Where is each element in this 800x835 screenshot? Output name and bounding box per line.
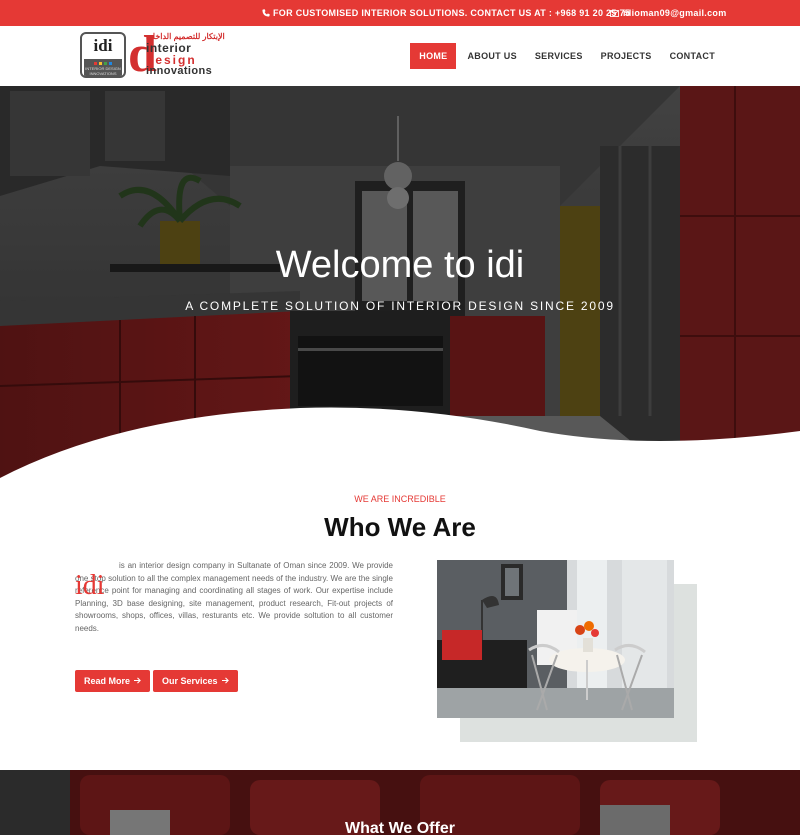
our-services-button[interactable]: Our Services xyxy=(153,670,238,692)
logo-badge-text: idi xyxy=(93,36,113,55)
phone-icon xyxy=(262,9,270,17)
about-buttons: Read More Our Services xyxy=(75,670,238,692)
logo-arabic-text: الإبتكار للتصميم الداخلي xyxy=(146,32,225,41)
email-link[interactable]: idioman09@gmail.com xyxy=(610,8,727,18)
main-nav: HOME ABOUT US SERVICES PROJECTS CONTACT xyxy=(410,43,724,69)
dining-room-image xyxy=(437,560,674,718)
about-text: is an interior design company in Sultana… xyxy=(75,561,393,633)
logo-badge-sub: INTERIOR DESIGN INNOVATIONS xyxy=(84,59,122,76)
site-logo[interactable]: idi INTERIOR DESIGN INNOVATIONS d الإبتك… xyxy=(80,29,225,81)
top-contact-bar: FOR CUSTOMISED INTERIOR SOLUTIONS. CONTA… xyxy=(0,0,800,26)
contact-info: FOR CUSTOMISED INTERIOR SOLUTIONS. CONTA… xyxy=(262,8,630,18)
about-block: idi is an interior design company in Sul… xyxy=(75,560,393,636)
nav-contact[interactable]: CONTACT xyxy=(661,43,724,69)
section-title: Who We Are xyxy=(324,512,476,542)
about-mark: idi xyxy=(75,570,105,601)
envelope-icon xyxy=(610,9,619,17)
logo-word-innovations: innovations xyxy=(146,65,213,77)
offer-section: What We Offer xyxy=(0,770,800,835)
logo-badge-subtext: INTERIOR DESIGN INNOVATIONS xyxy=(85,66,121,76)
hero-banner: Welcome to idi A COMPLETE SOLUTION OF IN… xyxy=(0,86,800,481)
arrow-right-icon xyxy=(134,676,141,686)
section-eyebrow: WE ARE INCREDIBLE xyxy=(354,494,446,504)
our-services-label: Our Services xyxy=(162,676,218,686)
about-photo xyxy=(437,560,697,742)
nav-projects[interactable]: PROJECTS xyxy=(592,43,661,69)
nav-services[interactable]: SERVICES xyxy=(526,43,592,69)
email-text: idioman09@gmail.com xyxy=(623,8,727,18)
read-more-label: Read More xyxy=(84,676,131,686)
arrow-right-icon xyxy=(221,676,229,686)
logo-badge: idi INTERIOR DESIGN INNOVATIONS xyxy=(80,32,126,78)
hero-title: Welcome to idi xyxy=(275,244,525,286)
nav-home[interactable]: HOME xyxy=(410,43,457,69)
offer-title: What We Offer xyxy=(345,820,455,835)
nav-about-us[interactable]: ABOUT US xyxy=(458,43,525,69)
contact-text: FOR CUSTOMISED INTERIOR SOLUTIONS. CONTA… xyxy=(273,8,631,18)
site-header: idi INTERIOR DESIGN INNOVATIONS d الإبتك… xyxy=(0,26,800,86)
hero-subtitle: A COMPLETE SOLUTION OF INTERIOR DESIGN S… xyxy=(185,299,615,313)
read-more-button[interactable]: Read More xyxy=(75,670,151,692)
